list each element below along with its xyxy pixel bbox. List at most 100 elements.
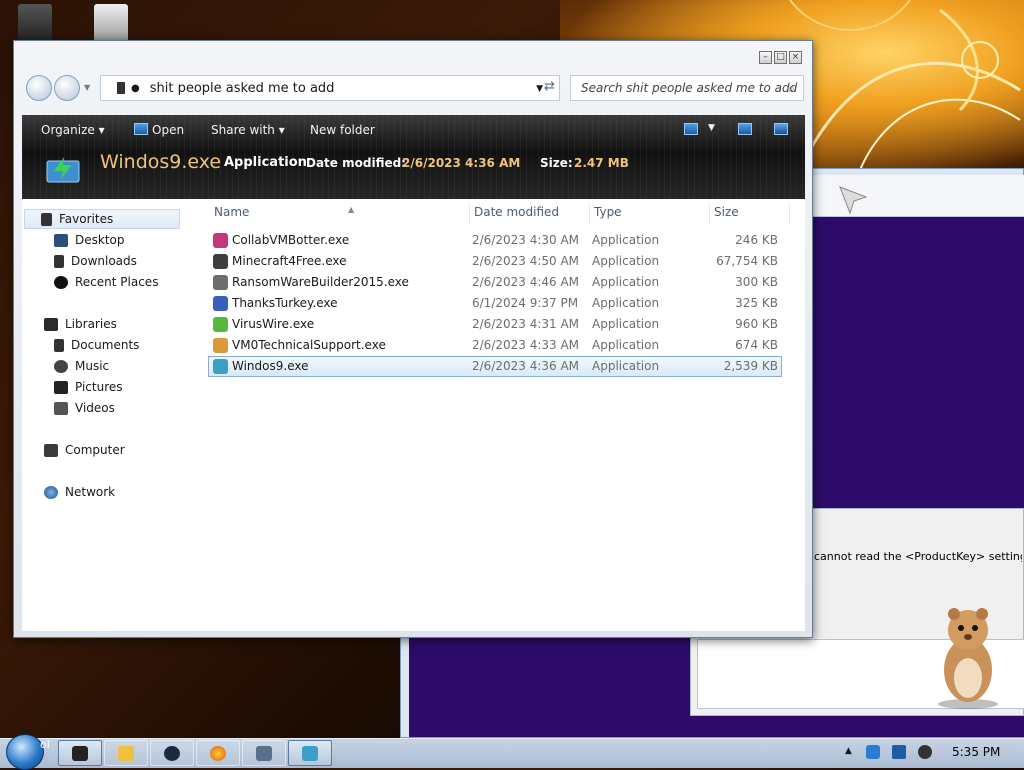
music-icon — [54, 359, 68, 373]
file-date: 6/1/2024 9:37 PM — [472, 296, 579, 310]
details-file-type: Application — [224, 155, 307, 170]
pictures-icon — [54, 380, 68, 394]
details-file-name: Windos9.exe — [100, 151, 222, 173]
nav-item-pictures[interactable]: Pictures — [54, 377, 123, 397]
file-row[interactable]: ThanksTurkey.exe 6/1/2024 9:37 PM Applic… — [208, 293, 782, 314]
file-name: VM0TechnicalSupport.exe — [232, 338, 386, 352]
file-size: 960 KB — [735, 317, 778, 331]
minimize-button[interactable]: – — [759, 51, 772, 64]
back-button[interactable] — [26, 75, 52, 101]
refresh-icon[interactable]: ⇄ — [544, 79, 555, 94]
desktop-icon-recycle[interactable] — [18, 4, 52, 42]
file-type: Application — [592, 317, 660, 331]
explorer-icon — [72, 746, 88, 761]
forward-button[interactable] — [54, 75, 80, 101]
taskbar-button-windos9[interactable] — [288, 740, 332, 766]
clock[interactable]: 5:35 PM — [952, 745, 1000, 759]
taskbar-button-explorer[interactable] — [58, 740, 102, 766]
file-name: CollabVMBotter.exe — [232, 233, 350, 247]
background-window-header — [812, 175, 1024, 217]
view-dropdown-icon[interactable]: ▼ — [708, 123, 715, 133]
taskbar-button-virtualbox[interactable] — [242, 740, 286, 766]
file-row-selected[interactable]: Windos9.exe 2/6/2023 4:36 AM Application… — [208, 356, 782, 377]
network-tray-icon[interactable] — [892, 745, 906, 759]
history-dropdown-icon[interactable]: ▼ — [84, 83, 90, 92]
network-icon — [44, 485, 58, 499]
close-button[interactable]: × — [789, 51, 802, 64]
caption-buttons: – □ × — [759, 51, 802, 64]
file-size: 300 KB — [735, 275, 778, 289]
content-area: Favorites Desktop Downloads Recent Place… — [22, 199, 805, 631]
file-size: 325 KB — [735, 296, 778, 310]
taskbar-button-media-player[interactable] — [104, 740, 148, 766]
file-row[interactable]: CollabVMBotter.exe 2/6/2023 4:30 AM Appl… — [208, 230, 782, 251]
tray-app-icon[interactable] — [866, 745, 880, 759]
folder-icon — [117, 82, 125, 94]
file-row[interactable]: Minecraft4Free.exe 2/6/2023 4:50 AM Appl… — [208, 251, 782, 272]
nav-item-music[interactable]: Music — [54, 356, 109, 376]
documents-icon — [54, 338, 64, 352]
nav-item-computer[interactable]: Computer — [44, 440, 125, 460]
file-name: Windos9.exe — [232, 359, 309, 373]
open-icon — [134, 123, 148, 135]
nav-item-desktop[interactable]: Desktop — [54, 230, 125, 250]
column-header-type[interactable]: Type — [592, 205, 710, 225]
file-size: 246 KB — [735, 233, 778, 247]
nav-item-videos[interactable]: Videos — [54, 398, 115, 418]
share-with-button[interactable]: Share with ▾ — [211, 123, 285, 137]
taskbar-button-app[interactable] — [150, 740, 194, 766]
nav-item-documents[interactable]: Documents — [54, 335, 139, 355]
file-type: Application — [592, 359, 660, 373]
file-row[interactable]: RansomWareBuilder2015.exe 2/6/2023 4:46 … — [208, 272, 782, 293]
computer-icon — [44, 443, 58, 457]
command-and-details-band: Organize ▾ Open Share with ▾ New folder … — [22, 115, 805, 199]
nav-item-libraries[interactable]: Libraries — [44, 314, 117, 334]
address-bar[interactable]: ● shit people asked me to add ▼ — [100, 75, 560, 101]
change-view-icon[interactable] — [684, 123, 698, 135]
column-header-size[interactable]: Size — [712, 205, 790, 225]
preview-pane-icon[interactable] — [738, 123, 752, 135]
column-header-date-modified[interactable]: Date modified — [472, 205, 590, 225]
file-type: Application — [592, 275, 660, 289]
address-dropdown-icon[interactable]: ▼ — [536, 84, 543, 94]
file-list: Name ▲ Date modified Type Size CollabVMB… — [198, 199, 798, 631]
nav-item-recent-places[interactable]: Recent Places — [54, 272, 158, 292]
volume-icon[interactable] — [918, 745, 932, 759]
help-icon[interactable] — [774, 123, 788, 135]
cursor-arrow-icon — [839, 186, 868, 215]
libraries-icon — [44, 317, 58, 331]
file-date: 2/6/2023 4:46 AM — [472, 275, 580, 289]
maximize-button[interactable]: □ — [774, 51, 787, 64]
address-path[interactable]: shit people asked me to add — [150, 81, 335, 96]
file-row[interactable]: VirusWire.exe 2/6/2023 4:31 AM Applicati… — [208, 314, 782, 335]
file-name: VirusWire.exe — [232, 317, 315, 331]
search-icon[interactable]: ⌕ — [788, 81, 795, 96]
details-size-label: Size: — [540, 156, 573, 170]
details-date-value: 2/6/2023 4:36 AM — [402, 156, 521, 170]
tray-overflow-icon[interactable]: ▲ — [845, 746, 852, 756]
nav-item-favorites[interactable]: Favorites — [24, 209, 180, 229]
minecraft-icon — [213, 254, 228, 269]
search-placeholder: Search shit people asked me to add — [581, 81, 798, 95]
desktop-icon-folder[interactable] — [94, 4, 128, 42]
downloads-icon — [54, 254, 64, 268]
ransomware-builder-icon — [213, 275, 228, 290]
nav-item-downloads[interactable]: Downloads — [54, 251, 137, 271]
file-size: 67,754 KB — [716, 254, 778, 268]
start-button[interactable] — [6, 734, 44, 770]
thanks-turkey-icon — [213, 296, 228, 311]
new-folder-button[interactable]: New folder — [310, 123, 375, 137]
file-type: Application — [592, 233, 660, 247]
file-row[interactable]: VM0TechnicalSupport.exe 2/6/2023 4:33 AM… — [208, 335, 782, 356]
file-date: 2/6/2023 4:50 AM — [472, 254, 580, 268]
taskbar-button-firefox[interactable] — [196, 740, 240, 766]
open-button[interactable]: Open — [152, 123, 184, 137]
firefox-icon — [210, 746, 226, 761]
nav-item-network[interactable]: Network — [44, 482, 115, 502]
windos9-icon — [213, 359, 228, 374]
search-input[interactable]: Search shit people asked me to add ⌕ — [570, 75, 804, 101]
file-date: 2/6/2023 4:31 AM — [472, 317, 580, 331]
organize-button[interactable]: Organize ▾ — [41, 123, 105, 137]
column-header-name[interactable]: Name ▲ — [212, 205, 470, 225]
breadcrumb-separator-icon[interactable]: ● — [131, 83, 140, 94]
